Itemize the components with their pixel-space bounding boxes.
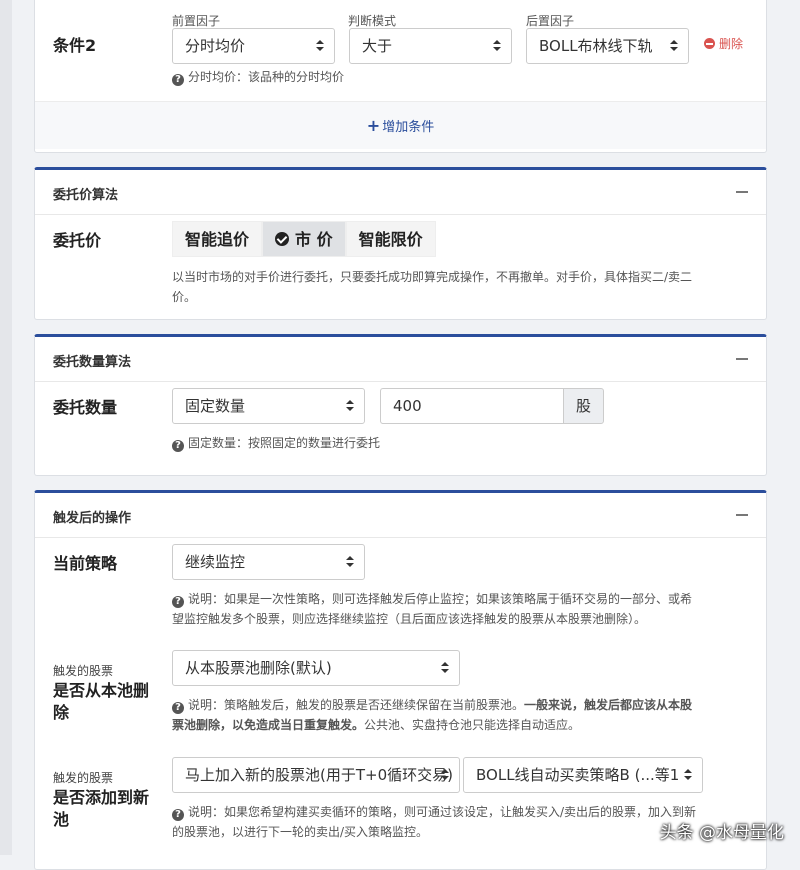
remove-help: ? 说明：策略触发后，触发的股票是否还继续保留在当前股票池。一般来说，触发后都应该… <box>172 698 693 732</box>
section-title: 委托数量算法 <box>53 355 132 370</box>
order-price-card: 委托价算法 委托价 智能追价 市 价 智能限价 以当时市场的对手价进行委托，只要… <box>34 167 767 320</box>
add-condition-button[interactable]: + 增加条件 <box>35 101 766 149</box>
condition-label: 条件2 <box>53 36 97 55</box>
condition-help: ? 分时均价：该品种的分时均价 <box>172 67 344 87</box>
order-qty-header[interactable]: 委托数量算法 <box>35 337 766 382</box>
remove-from-pool-value: 从本股票池删除(默认) <box>185 659 332 677</box>
question-icon: ? <box>172 809 184 821</box>
remove-from-pool-label: 是否从本池删 除 <box>53 681 150 722</box>
qty-unit: 股 <box>563 388 604 424</box>
select-arrows-icon <box>346 556 354 568</box>
order-qty-card: 委托数量算法 委托数量 固定数量 400 股 ? 固定数量：按照固定的数量进行委托 <box>34 334 767 476</box>
minus-circle-icon <box>704 38 715 49</box>
select-arrows-icon <box>441 769 449 781</box>
order-price-label: 委托价 <box>53 231 102 250</box>
current-strategy-help: ? 说明：如果是一次性策略，则可选择触发后停止监控；如果该策略属于循环交易的一部分… <box>172 592 693 626</box>
qty-mode-select[interactable]: 固定数量 <box>172 388 365 424</box>
add-strategy-select[interactable]: BOLL线自动买卖策略B (...等1 <box>463 757 703 793</box>
delete-condition-button[interactable]: 删除 <box>704 35 743 52</box>
option-market-price[interactable]: 市 价 <box>262 221 346 257</box>
current-strategy-label: 当前策略 <box>53 554 118 573</box>
question-icon: ? <box>172 440 184 452</box>
question-icon: ? <box>172 702 184 714</box>
section-title: 委托价算法 <box>53 188 119 203</box>
judge-select[interactable]: 大于 <box>349 28 512 64</box>
post-factor-caption: 后置因子 <box>526 14 575 28</box>
judge-caption: 判断模式 <box>348 14 397 28</box>
section-title: 触发后的操作 <box>53 511 132 526</box>
order-price-help: 以当时市场的对手价进行委托，只要委托成功即算完成操作，不再撤单。对手价，具体指买… <box>172 270 693 304</box>
add-pool-select[interactable]: 马上加入新的股票池(用于T+0循环交易) <box>172 757 460 793</box>
remove-sub-label: 触发的股票 <box>53 664 114 678</box>
post-factor-value: BOLL布林线下轨 <box>539 37 653 55</box>
collapse-icon[interactable] <box>736 191 748 193</box>
delete-label: 删除 <box>719 37 744 51</box>
select-arrows-icon <box>316 40 324 52</box>
add-sub-label: 触发的股票 <box>53 771 114 785</box>
judge-value: 大于 <box>362 37 393 55</box>
select-arrows-icon <box>493 40 501 52</box>
select-arrows-icon <box>670 40 678 52</box>
select-arrows-icon <box>684 769 692 781</box>
add-pool-value: 马上加入新的股票池(用于T+0循环交易) <box>185 766 453 784</box>
add-condition-label: 增加条件 <box>382 120 435 135</box>
select-arrows-icon <box>346 400 354 412</box>
pre-factor-caption: 前置因子 <box>172 14 221 28</box>
qty-help: ? 固定数量：按照固定的数量进行委托 <box>172 433 380 453</box>
question-icon: ? <box>172 74 184 86</box>
plus-icon: + <box>366 116 381 135</box>
check-circle-icon <box>275 232 290 246</box>
post-factor-select[interactable]: BOLL布林线下轨 <box>526 28 689 64</box>
collapse-icon[interactable] <box>736 358 748 360</box>
watermark: 头条 @水母量化 <box>659 823 784 843</box>
option-smart-limit[interactable]: 智能限价 <box>345 221 436 257</box>
collapse-icon[interactable] <box>736 514 748 516</box>
add-to-pool-label: 是否添加到新 池 <box>53 788 150 829</box>
after-trigger-card: 触发后的操作 当前策略 继续监控 ? 说明：如果是一次性策略，则可选择触发后停止监… <box>34 490 767 870</box>
remove-from-pool-select[interactable]: 从本股票池删除(默认) <box>172 650 460 686</box>
select-arrows-icon <box>441 662 449 674</box>
order-price-header[interactable]: 委托价算法 <box>35 170 766 215</box>
after-trigger-header[interactable]: 触发后的操作 <box>35 493 766 538</box>
pre-factor-value: 分时均价 <box>185 37 246 55</box>
order-qty-label: 委托数量 <box>53 398 118 417</box>
pre-factor-select[interactable]: 分时均价 <box>172 28 335 64</box>
qty-mode-value: 固定数量 <box>185 397 246 415</box>
order-price-options: 智能追价 市 价 智能限价 <box>172 221 436 257</box>
question-icon: ? <box>172 596 184 608</box>
option-smart-chase[interactable]: 智能追价 <box>172 221 263 257</box>
condition-card: 前置因子 判断模式 后置因子 条件2 分时均价 大于 BOLL布林线下轨 删除 … <box>34 0 767 153</box>
current-strategy-value: 继续监控 <box>185 553 246 571</box>
current-strategy-select[interactable]: 继续监控 <box>172 544 365 580</box>
add-strategy-value: BOLL线自动买卖策略B (...等1 <box>476 766 680 784</box>
left-gutter <box>0 0 12 855</box>
qty-input[interactable]: 400 <box>380 388 563 424</box>
